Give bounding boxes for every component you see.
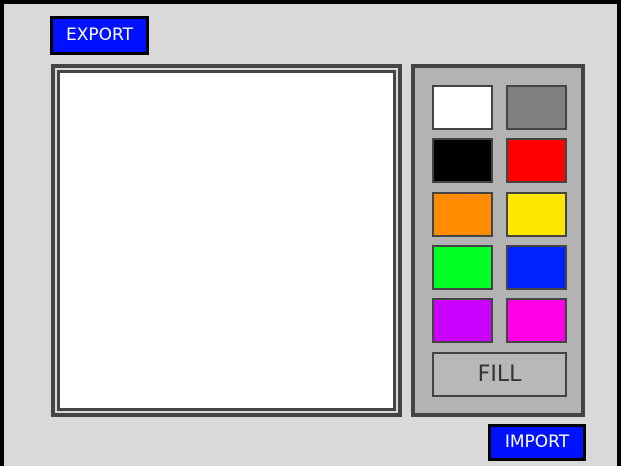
- swatch-green[interactable]: [432, 245, 493, 290]
- swatch-red[interactable]: [506, 138, 567, 183]
- paint-app-window: EXPORT FILL IMPORT: [0, 0, 621, 466]
- swatch-black[interactable]: [432, 138, 493, 183]
- import-button[interactable]: IMPORT: [488, 424, 586, 461]
- canvas-frame: [51, 64, 402, 417]
- export-button[interactable]: EXPORT: [50, 16, 149, 55]
- drawing-canvas[interactable]: [57, 70, 396, 411]
- swatch-orange[interactable]: [432, 192, 493, 237]
- swatch-gray[interactable]: [506, 85, 567, 130]
- swatch-white[interactable]: [432, 85, 493, 130]
- swatch-yellow[interactable]: [506, 192, 567, 237]
- fill-button[interactable]: FILL: [432, 352, 567, 397]
- swatch-blue[interactable]: [506, 245, 567, 290]
- color-palette: FILL: [411, 64, 585, 417]
- swatch-purple[interactable]: [432, 298, 493, 343]
- swatch-magenta[interactable]: [506, 298, 567, 343]
